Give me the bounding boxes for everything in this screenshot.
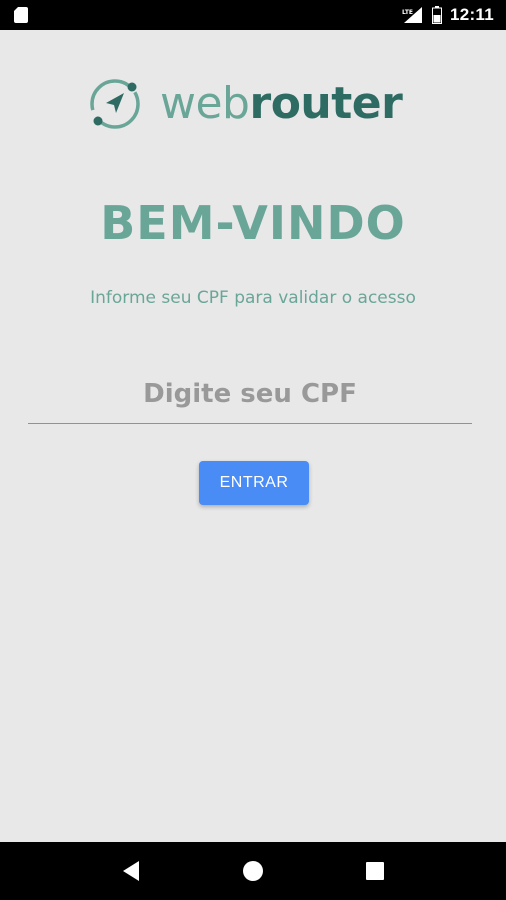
logo-text: webrouter bbox=[160, 82, 403, 126]
enter-button[interactable]: ENTRAR bbox=[199, 461, 309, 505]
recents-button[interactable] bbox=[355, 851, 395, 891]
webrouter-logo: webrouter bbox=[88, 76, 403, 132]
status-bar: LTE 12:11 bbox=[0, 0, 506, 30]
lte-signal-icon: LTE bbox=[402, 7, 422, 23]
home-button[interactable] bbox=[233, 851, 273, 891]
navigation-arrow-icon bbox=[90, 79, 140, 129]
home-icon bbox=[243, 861, 263, 881]
cpf-input[interactable] bbox=[28, 364, 472, 424]
logo-text-light: web bbox=[160, 78, 250, 129]
svg-text:LTE: LTE bbox=[402, 9, 413, 16]
sd-card-icon bbox=[14, 7, 28, 23]
status-icons: LTE 12:11 bbox=[402, 5, 494, 25]
back-icon bbox=[123, 861, 139, 881]
welcome-subtitle: Informe seu CPF para validar o acesso bbox=[90, 288, 416, 308]
status-time: 12:11 bbox=[449, 5, 494, 24]
recents-icon bbox=[366, 862, 384, 880]
welcome-title: BEM-VINDO bbox=[100, 196, 406, 250]
battery-icon bbox=[431, 6, 442, 24]
login-screen: webrouter BEM-VINDO Informe seu CPF para… bbox=[0, 30, 506, 842]
navigation-bar bbox=[0, 842, 506, 900]
back-button[interactable] bbox=[111, 851, 151, 891]
logo-text-bold: router bbox=[249, 78, 403, 129]
